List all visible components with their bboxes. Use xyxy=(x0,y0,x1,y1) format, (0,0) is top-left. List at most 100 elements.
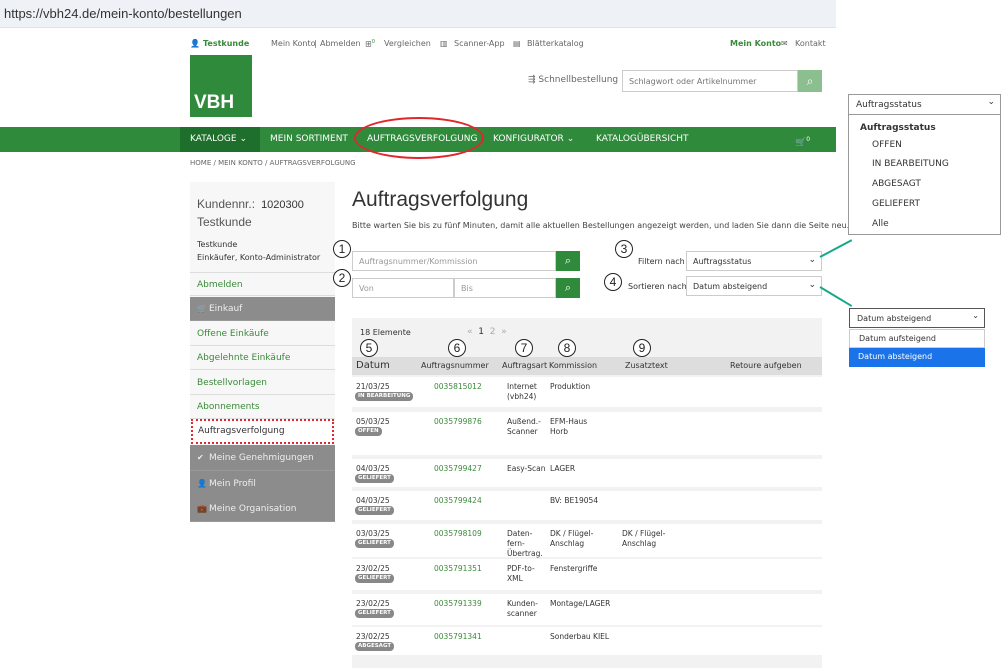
my-account-right-link[interactable]: Mein Konto xyxy=(730,39,781,48)
order-date: 05/03/25 xyxy=(356,417,390,426)
sort-select[interactable]: Datum absteigend ⌄ xyxy=(686,276,822,296)
search-icon: ⌕ xyxy=(806,74,814,88)
sidebar-item-organisation[interactable]: 💼 Meine Organisation xyxy=(190,496,335,522)
sidebar-item-abgelehnte-einkaeufe[interactable]: Abgelehnte Einkäufe xyxy=(190,346,335,370)
date-from-input[interactable]: Von xyxy=(352,278,454,298)
check-icon: ✔ xyxy=(197,453,204,462)
pager-next[interactable]: » xyxy=(501,327,507,337)
catalog-icon: ▤ xyxy=(513,39,521,48)
filter-select[interactable]: Auftragsstatus ⌄ xyxy=(686,251,822,271)
contact-link[interactable]: Kontakt xyxy=(795,39,826,48)
sort-option-absteigend[interactable]: Datum absteigend xyxy=(849,348,985,367)
order-type: Außend.- Scanner xyxy=(507,417,541,436)
table-row: 04/03/25 0035799427 Easy-Scan LAGER GELIEFER… xyxy=(352,459,822,487)
sidebar-item-abonnements[interactable]: Abonnements xyxy=(190,395,335,419)
sidebar-item-abmelden[interactable]: Abmelden xyxy=(190,272,335,296)
search-input[interactable] xyxy=(622,70,798,92)
quick-order-label: Schnellbestellung xyxy=(538,75,619,85)
sort-dropdown-selected[interactable]: Datum absteigend ⌄ xyxy=(849,308,985,328)
nav-item-auftragsverfolgung[interactable]: AUFTRAGSVERFOLGUNG xyxy=(357,127,487,152)
logout-link[interactable]: Abmelden xyxy=(320,39,361,48)
breadcrumb-konto[interactable]: MEIN KONTO xyxy=(218,159,263,167)
order-number-link[interactable]: 0035799424 xyxy=(434,496,482,506)
status-dropdown-selected[interactable]: Auftragsstatus ⌄ xyxy=(849,95,1000,115)
order-number-link[interactable]: 0035798109 xyxy=(434,529,482,539)
status-badge: OFFEN xyxy=(355,427,382,436)
annotation-2: 2 xyxy=(333,269,351,287)
status-option-group: Auftragsstatus xyxy=(860,123,936,133)
nav-item-katalogübersicht[interactable]: KATALOGÜBERSICHT xyxy=(586,127,699,152)
breadcrumb-home[interactable]: HOME xyxy=(190,159,211,167)
vbh-logo[interactable]: VBH xyxy=(190,55,252,117)
order-search-button[interactable]: ⌕ xyxy=(556,251,580,271)
result-count: 18 Elemente xyxy=(360,328,411,337)
sort-connector-line xyxy=(819,286,853,307)
sidebar-item-einkauf[interactable]: 🛒 Einkauf xyxy=(190,297,335,321)
cart-count: 0 xyxy=(806,136,811,143)
status-selected-value: Auftragsstatus xyxy=(856,100,922,110)
table-row: 21/03/25 0035815012 Internet (vbh24) Produk… xyxy=(352,377,822,407)
compare-icon[interactable]: ⊞0 xyxy=(365,39,375,49)
sort-option-aufsteigend[interactable]: Datum aufsteigend xyxy=(849,329,985,348)
order-number-link[interactable]: 0035791339 xyxy=(434,599,482,609)
user-name-link[interactable]: Testkunde xyxy=(203,39,249,48)
sidebar-item-label: Bestellvorlagen xyxy=(197,378,267,388)
pagination: « 1 2 » xyxy=(467,327,507,337)
table-row: 23/02/25 0035791341 Sonderbau KIEL ABGESAGT xyxy=(352,627,822,655)
sidebar-item-genehmigungen[interactable]: ✔ Meine Genehmigungen xyxy=(190,445,335,471)
search-button[interactable]: ⌕ xyxy=(798,70,822,92)
compare-count: 0 xyxy=(371,39,375,45)
search-icon: ⌕ xyxy=(564,254,572,267)
nav-label: KATALOGÜBERSICHT xyxy=(596,134,689,144)
status-option-alle[interactable]: Alle xyxy=(872,219,889,229)
nav-item-kataloge[interactable]: KATALOGE ⌄ xyxy=(180,127,260,152)
order-date: 23/02/25 xyxy=(356,632,390,641)
order-commission: BV: BE19054 xyxy=(550,496,599,505)
status-option-in-bearbeitung[interactable]: IN BEARBEITUNG xyxy=(872,159,949,169)
order-number-input[interactable]: Auftragsnummer/Kommission xyxy=(352,251,556,271)
column-datum: Datum xyxy=(356,360,390,371)
quick-order-link[interactable]: ⇶ Schnellbestellung xyxy=(528,75,618,85)
date-search-button[interactable]: ⌕ xyxy=(556,278,580,298)
pager-page-2[interactable]: 2 xyxy=(490,327,496,337)
order-commission: Montage/LAGER xyxy=(550,599,611,608)
order-number-link[interactable]: 0035799427 xyxy=(434,464,482,474)
order-number-link[interactable]: 0035791341 xyxy=(434,632,482,642)
flip-catalog-link[interactable]: Blätterkatalog xyxy=(527,39,584,48)
status-option-geliefert[interactable]: GELIEFERT xyxy=(872,199,920,209)
chevron-down-icon: ⌄ xyxy=(239,134,248,144)
sidebar-item-auftragsverfolgung[interactable]: Auftragsverfolgung xyxy=(191,419,334,444)
status-badge: IN BEARBEITUNG xyxy=(355,392,414,401)
nav-item-konfigurator[interactable]: KONFIGURATOR ⌄ xyxy=(483,127,584,152)
date-to-input[interactable]: Bis xyxy=(454,278,556,298)
breadcrumb-sep: / xyxy=(213,159,216,167)
sidebar-item-mein-profil[interactable]: 👤 Mein Profil xyxy=(190,471,335,497)
order-extra-text: DK / Flügel- Anschlag xyxy=(622,529,666,548)
separator: | xyxy=(314,39,317,48)
status-badge: GELIEFERT xyxy=(355,474,394,483)
customer-number-label: Kundennr.: xyxy=(197,197,256,211)
pager-page-1[interactable]: 1 xyxy=(478,327,484,337)
pager-prev[interactable]: « xyxy=(467,327,473,337)
compare-link[interactable]: Vergleichen xyxy=(384,39,431,48)
address-bar[interactable]: https://vbh24.de/mein-konto/bestellungen xyxy=(0,0,836,28)
my-account-link[interactable]: Mein Konto xyxy=(271,39,316,48)
sidebar-item-offene-einkaeufe[interactable]: Offene Einkäufe xyxy=(190,322,335,346)
annotation-8: 8 xyxy=(558,339,576,357)
nav-label: KONFIGURATOR xyxy=(493,134,564,144)
order-number-link[interactable]: 0035815012 xyxy=(434,382,482,392)
order-date: 04/03/25 xyxy=(356,496,390,505)
status-option-abgesagt[interactable]: ABGESAGT xyxy=(872,179,921,189)
order-number-link[interactable]: 0035791351 xyxy=(434,564,482,574)
nav-item-mein-sortiment[interactable]: MEIN SORTIMENT xyxy=(260,127,358,152)
scanner-icon: ▥ xyxy=(440,39,448,48)
order-number-link[interactable]: 0035799876 xyxy=(434,417,482,427)
cart-icon[interactable]: 🛒0 xyxy=(785,127,820,152)
customer-number: Kundennr.: 1020300 xyxy=(197,197,304,211)
status-option-offen[interactable]: OFFEN xyxy=(872,140,902,150)
sidebar-item-label: Einkauf xyxy=(209,304,243,314)
scanner-app-link[interactable]: Scanner-App xyxy=(454,39,505,48)
sidebar-item-bestellvorlagen[interactable]: Bestellvorlagen xyxy=(190,371,335,395)
account-sidebar: Kundennr.: 1020300 Testkunde Testkunde Ei… xyxy=(190,182,335,522)
sidebar-item-label: Auftragsverfolgung xyxy=(198,426,285,436)
